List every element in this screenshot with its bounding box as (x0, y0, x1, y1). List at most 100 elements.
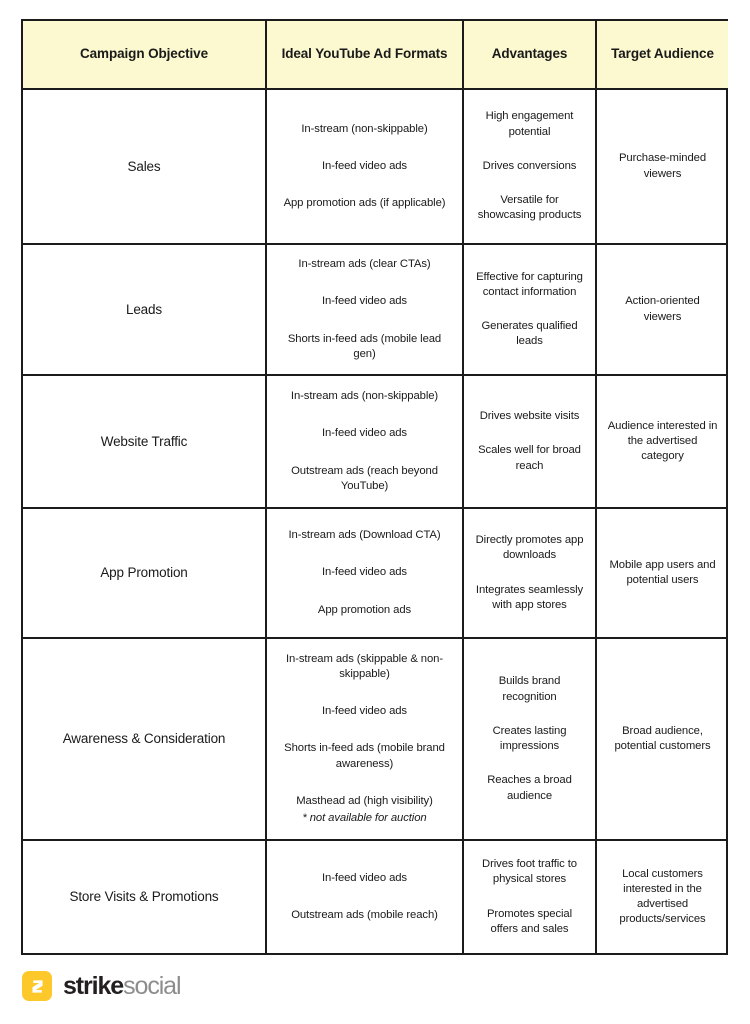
formats-list: In-stream ads (Download CTA) In-feed vid… (276, 528, 453, 618)
cell-advantages: Effective for capturing contact informat… (462, 243, 597, 376)
advantages-list: Builds brand recognition Creates lasting… (473, 674, 586, 804)
cell-formats: In-stream ads (skippable & non-skippable… (265, 637, 464, 841)
advantages-list: Effective for capturing contact informat… (473, 270, 586, 350)
strike-s-mark-icon (22, 971, 52, 1001)
cell-formats: In-stream ads (Download CTA) In-feed vid… (265, 507, 464, 639)
list-item: In-stream ads (clear CTAs) (298, 258, 431, 270)
audience-list: Purchase-minded viewers (606, 151, 719, 182)
list-item: Mobile app users and potential users (609, 558, 716, 586)
list-item: In-feed video ads (322, 295, 407, 308)
audience-list: Mobile app users and potential users (606, 558, 719, 589)
list-item: In-feed video ads (322, 159, 407, 172)
list-item: Creates lasting impressions (492, 724, 567, 752)
table-body: Sales In-stream (non-skippable) In-feed … (23, 88, 728, 953)
list-item: Outstream ads (reach beyond YouTube) (291, 464, 438, 492)
list-item: Integrates seamlessly with app stores (475, 583, 584, 611)
list-item: Builds brand recognition (498, 675, 561, 703)
list-item: Generates qualified leads (481, 320, 578, 348)
cell-formats: In-stream (non-skippable) In-feed video … (265, 88, 464, 245)
advantages-list: Directly promotes app downloads Integrat… (473, 533, 586, 613)
list-item: In-feed video ads (322, 705, 407, 718)
list-item: In-stream ads (Download CTA) (288, 529, 441, 542)
formats-list: In-stream ads (skippable & non-skippable… (276, 652, 453, 827)
campaign-objective-table: Campaign Objective Ideal YouTube Ad Form… (21, 19, 728, 955)
column-header-campaign-objective: Campaign Objective (23, 21, 267, 90)
table-row: App Promotion In-stream ads (Download CT… (23, 507, 728, 639)
list-item: Reaches a broad audience (487, 774, 572, 802)
list-item: Effective for capturing contact informat… (476, 270, 583, 298)
list-item: In-feed video ads (322, 871, 407, 884)
advantages-list: Drives foot traffic to physical stores P… (473, 857, 586, 937)
cell-objective: App Promotion (23, 507, 267, 639)
list-item: Shorts in-feed ads (mobile brand awarene… (284, 742, 445, 770)
formats-list: In-stream (non-skippable) In-feed video … (276, 122, 453, 212)
cell-audience: Action-oriented viewers (595, 243, 728, 376)
list-item: Local customers interested in the advert… (619, 867, 706, 926)
list-item: Directly promotes app downloads (475, 534, 584, 562)
list-item: Action-oriented viewers (625, 295, 700, 323)
audience-list: Local customers interested in the advert… (606, 867, 719, 928)
advantages-list: High engagement potential Drives convers… (473, 109, 586, 223)
logo-wordmark: strikesocial (63, 971, 182, 1000)
list-item: App promotion ads (if applicable) (283, 197, 446, 210)
cell-objective: Sales (23, 88, 267, 245)
cell-advantages: Drives website visits Scales well for br… (462, 374, 597, 509)
cell-audience: Mobile app users and potential users (595, 507, 728, 639)
logo-word-social: social (123, 971, 181, 1000)
formats-list: In-stream ads (clear CTAs) In-feed video… (276, 257, 453, 362)
cell-audience: Local customers interested in the advert… (595, 839, 728, 953)
table-row: Store Visits & Promotions In-feed video … (23, 839, 728, 953)
column-header-target-audience: Target Audience (595, 21, 728, 90)
strike-social-logo: strikesocial (22, 971, 182, 1001)
formats-footnote: * not available for auction (302, 812, 427, 825)
cell-objective: Awareness & Consideration (23, 637, 267, 841)
header-row: Campaign Objective Ideal YouTube Ad Form… (23, 21, 728, 90)
table-row: Sales In-stream (non-skippable) In-feed … (23, 88, 728, 245)
column-header-ad-formats: Ideal YouTube Ad Formats (265, 21, 464, 90)
list-item: Audience interested in the advertised ca… (607, 419, 718, 463)
cell-objective: Website Traffic (23, 374, 267, 509)
cell-advantages: Builds brand recognition Creates lasting… (462, 637, 597, 841)
list-item: Broad audience, potential customers (614, 724, 711, 752)
list-item: Scales well for broad reach (478, 444, 581, 472)
list-item: In-feed video ads (322, 566, 407, 579)
audience-list: Action-oriented viewers (606, 294, 719, 325)
cell-advantages: Drives foot traffic to physical stores P… (462, 839, 597, 953)
advantages-list: Drives website visits Scales well for br… (473, 409, 586, 474)
audience-list: Broad audience, potential customers (606, 724, 719, 755)
list-item: App promotion ads (317, 603, 412, 616)
cell-objective: Leads (23, 243, 267, 376)
formats-list: In-feed video ads Outstream ads (mobile … (276, 871, 453, 924)
formats-list: In-stream ads (non-skippable) In-feed vi… (276, 389, 453, 494)
list-item: Drives foot traffic to physical stores (482, 858, 577, 886)
cell-audience: Broad audience, potential customers (595, 637, 728, 841)
audience-list: Audience interested in the advertised ca… (606, 419, 719, 465)
table-row: Leads In-stream ads (clear CTAs) In-feed… (23, 243, 728, 376)
list-item: Promotes special offers and sales (486, 907, 573, 935)
list-item: Masthead ad (high visibility) (296, 794, 433, 807)
list-item: Purchase-minded viewers (618, 152, 707, 180)
table-row: Website Traffic In-stream ads (non-skipp… (23, 374, 728, 509)
list-item: In-stream ads (skippable & non-skippable… (285, 652, 443, 680)
cell-audience: Purchase-minded viewers (595, 88, 728, 245)
cell-audience: Audience interested in the advertised ca… (595, 374, 728, 509)
list-item: Drives website visits (479, 410, 580, 423)
cell-advantages: High engagement potential Drives convers… (462, 88, 597, 245)
list-item: In-stream (non-skippable) (301, 122, 428, 135)
list-item: Outstream ads (mobile reach) (291, 909, 438, 921)
table-row: Awareness & Consideration In-stream ads … (23, 637, 728, 841)
list-item: Drives conversions (482, 159, 577, 172)
cell-formats: In-stream ads (non-skippable) In-feed vi… (265, 374, 464, 509)
cell-objective: Store Visits & Promotions (23, 839, 267, 953)
cell-advantages: Directly promotes app downloads Integrat… (462, 507, 597, 639)
page-root: Campaign Objective Ideal YouTube Ad Form… (0, 0, 750, 1024)
list-item: High engagement potential (485, 110, 574, 138)
column-header-advantages: Advantages (462, 21, 597, 90)
cell-formats: In-feed video ads Outstream ads (mobile … (265, 839, 464, 953)
matrix-table: Campaign Objective Ideal YouTube Ad Form… (23, 21, 728, 953)
logo-word-strike: strike (63, 971, 124, 1000)
list-item: In-stream ads (non-skippable) (290, 390, 439, 402)
cell-formats: In-stream ads (clear CTAs) In-feed video… (265, 243, 464, 376)
list-item: In-feed video ads (322, 427, 407, 440)
list-item: Versatile for showcasing products (477, 194, 582, 222)
